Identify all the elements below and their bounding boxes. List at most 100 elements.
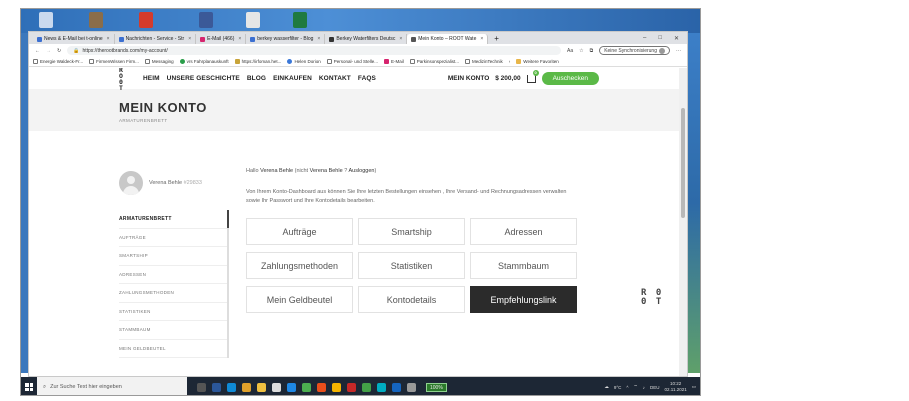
nav-unsere-geschichte[interactable]: UNSERE GESCHICHTE bbox=[167, 75, 240, 82]
bookmark-item[interactable]: Personal- und Stelle... bbox=[326, 59, 378, 64]
scrollbar-thumb[interactable] bbox=[681, 108, 685, 218]
recent-orders-link[interactable]: letzten Bestellungen bbox=[368, 189, 418, 195]
page-scrollbar[interactable] bbox=[679, 68, 687, 376]
tab-close-icon[interactable]: × bbox=[399, 36, 402, 42]
tab-mein-konto[interactable]: Mein Konto – ROOT Wate × bbox=[407, 34, 489, 44]
mail-icon[interactable] bbox=[287, 382, 296, 392]
start-button[interactable] bbox=[21, 377, 37, 395]
side-menu-zahlungsmethoden[interactable]: ZAHLUNGSMETHODEN bbox=[119, 284, 227, 303]
addresses-link[interactable]: Versand- und Rechnungsadressen bbox=[457, 189, 542, 195]
side-menu-armaturenbrett[interactable]: ARMATURENBRETT bbox=[119, 210, 227, 229]
bookmark-item[interactable]: Energie Waldeck-Fr... bbox=[33, 59, 83, 64]
notification-icon[interactable]: ▭ bbox=[692, 384, 696, 390]
dash-statistiken-button[interactable]: Statistiken bbox=[358, 252, 465, 279]
network-icon[interactable]: ⌔ bbox=[634, 384, 638, 390]
desktop-icon-facebook[interactable] bbox=[199, 12, 213, 28]
desktop-icon-recycle[interactable] bbox=[39, 12, 53, 28]
dash-mein-geldbeutel-button[interactable]: Mein Geldbeutel bbox=[246, 286, 353, 313]
word-icon[interactable] bbox=[212, 382, 221, 392]
nav-faqs[interactable]: FAQS bbox=[358, 75, 376, 82]
collections-icon[interactable]: ⧉ bbox=[590, 48, 594, 54]
side-menu-smartship[interactable]: SMARTSHIP bbox=[119, 247, 227, 266]
file-explorer-icon[interactable] bbox=[242, 382, 251, 392]
checkout-button[interactable]: Auschecken bbox=[541, 72, 599, 85]
dash-zahlungsmethoden-button[interactable]: Zahlungsmethoden bbox=[246, 252, 353, 279]
app-icon[interactable] bbox=[332, 382, 341, 392]
logout-link[interactable]: Ausloggen bbox=[348, 168, 374, 174]
nav-blog[interactable]: BLOG bbox=[247, 75, 266, 82]
dash-smartship-button[interactable]: Smartship bbox=[358, 218, 465, 245]
language-indicator[interactable]: DEU bbox=[650, 385, 660, 390]
side-menu-adressen[interactable]: ADRESSEN bbox=[119, 266, 227, 284]
task-view-icon[interactable] bbox=[197, 382, 206, 392]
volume-icon[interactable]: ♪ bbox=[643, 385, 645, 390]
taskbar-search-input[interactable]: ⌕ Zur Suche Text hier eingeben bbox=[37, 377, 187, 395]
url-input[interactable]: 🔒 https://therootbrands.com/my-account/ bbox=[67, 46, 561, 55]
bookmark-item[interactable]: Messaging bbox=[144, 59, 174, 64]
forward-icon[interactable]: → bbox=[46, 48, 51, 54]
desktop-icon-document[interactable] bbox=[246, 12, 260, 28]
weather-icon[interactable]: ☁ bbox=[604, 384, 609, 390]
dash-adressen-button[interactable]: Adressen bbox=[470, 218, 577, 245]
edge-icon[interactable] bbox=[227, 382, 236, 392]
side-menu-stammbaum[interactable]: STAMMBAUM bbox=[119, 321, 227, 340]
dash-kontodetails-button[interactable]: Kontodetails bbox=[358, 286, 465, 313]
bookmark-item[interactable]: vrs Fahrplanauskunft bbox=[179, 59, 229, 64]
taskbar-clock[interactable]: 10:22 02.11.2021 bbox=[665, 381, 687, 393]
bookmark-item[interactable]: Helen Dorion bbox=[287, 59, 321, 64]
nav-heim[interactable]: HEIM bbox=[143, 75, 160, 82]
maximize-icon[interactable]: □ bbox=[658, 35, 662, 42]
app-icon[interactable] bbox=[362, 382, 371, 392]
tab-email[interactable]: E-Mail (466) × bbox=[196, 34, 247, 44]
tab-close-icon[interactable]: × bbox=[188, 36, 191, 42]
side-menu-auftraege[interactable]: AUFTRÄGE bbox=[119, 229, 227, 247]
bookmark-item[interactable]: https://irfoman.het... bbox=[234, 59, 281, 64]
acrobat-icon[interactable] bbox=[347, 382, 356, 392]
weather-temp[interactable]: 9°C bbox=[614, 385, 622, 390]
tab-nachrichten[interactable]: Nachrichten - Service - Str × bbox=[115, 34, 197, 44]
bookmark-item[interactable]: E-Mail bbox=[383, 59, 404, 64]
nav-kontakt[interactable]: KONTAKT bbox=[319, 75, 351, 82]
app-icon[interactable] bbox=[302, 382, 311, 392]
sync-button[interactable]: Keine Synchronisierung bbox=[599, 46, 670, 55]
tab-close-icon[interactable]: × bbox=[480, 36, 483, 42]
bookmark-more-folder[interactable]: Weitere Favoriten bbox=[516, 59, 559, 64]
tab-close-icon[interactable]: × bbox=[238, 36, 241, 42]
dash-empfehlungslink-button[interactable]: Empfehlungslink bbox=[470, 286, 577, 313]
desktop-icon-folder[interactable] bbox=[89, 12, 103, 28]
tab-close-icon[interactable]: × bbox=[317, 36, 320, 42]
firefox-icon[interactable] bbox=[317, 382, 326, 392]
new-tab-button[interactable]: + bbox=[494, 34, 499, 43]
bookmark-item[interactable]: Parkinsonspezialist... bbox=[409, 59, 459, 64]
back-icon[interactable]: ← bbox=[35, 48, 40, 54]
more-menu-icon[interactable]: ··· bbox=[676, 48, 681, 54]
cart-total[interactable]: $ 200,00 bbox=[495, 75, 520, 82]
folder-icon[interactable] bbox=[257, 382, 266, 392]
reading-view-icon[interactable]: Aa bbox=[567, 48, 573, 54]
tab-close-icon[interactable]: × bbox=[107, 36, 110, 42]
side-menu-statistiken[interactable]: STATISTIKEN bbox=[119, 303, 227, 321]
desktop-icon-excel[interactable] bbox=[293, 12, 307, 28]
nav-einkaufen[interactable]: EINKAUFEN bbox=[273, 75, 312, 82]
bookmark-item[interactable]: FirmenWissen Firm... bbox=[89, 59, 139, 64]
desktop-icon-pdf[interactable] bbox=[139, 12, 153, 28]
favorite-star-icon[interactable]: ☆ bbox=[579, 48, 583, 54]
app-icon[interactable] bbox=[377, 382, 386, 392]
bookmarks-chevron-icon[interactable]: › bbox=[509, 59, 511, 64]
zoom-badge[interactable]: 100% bbox=[426, 382, 447, 392]
dash-stammbaum-button[interactable]: Stammbaum bbox=[470, 252, 577, 279]
side-menu-mein-geldbeutel[interactable]: MEIN GELDBEUTEL bbox=[119, 340, 227, 358]
dash-auftraege-button[interactable]: Aufträge bbox=[246, 218, 353, 245]
app-icon[interactable] bbox=[392, 382, 401, 392]
tab-news[interactable]: News & E-Mail bei t-online × bbox=[33, 34, 115, 44]
reload-icon[interactable]: ↻ bbox=[57, 48, 61, 54]
account-details-link[interactable]: Ihr Passwort und Ihre Kontodetails bearb… bbox=[262, 198, 374, 204]
store-icon[interactable] bbox=[272, 382, 281, 392]
cart-icon[interactable]: 0 bbox=[526, 69, 539, 83]
nav-mein-konto[interactable]: MEIN KONTO bbox=[448, 75, 489, 82]
tab-berkey-blog[interactable]: berkey wasserfilter - Blog × bbox=[246, 34, 326, 44]
site-logo[interactable]: R O0 T bbox=[119, 68, 133, 91]
bookmark-item[interactable]: MedizinTechnik bbox=[465, 59, 503, 64]
app-icon[interactable] bbox=[407, 382, 416, 392]
close-window-icon[interactable]: ✕ bbox=[674, 35, 679, 42]
